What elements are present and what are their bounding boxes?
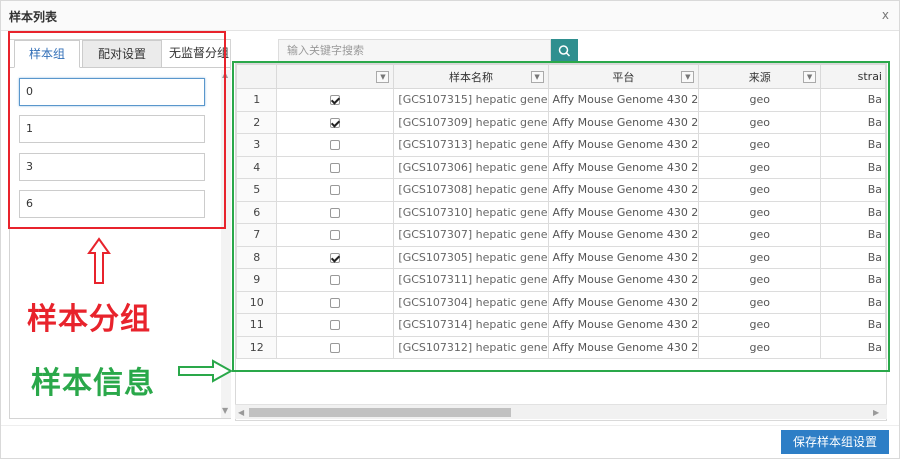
save-group-settings-button[interactable]: 保存样本组设置 (781, 430, 889, 454)
info-annotation-box (232, 61, 890, 372)
scroll-down-icon[interactable]: ▼ (222, 406, 228, 415)
search-button[interactable] (551, 39, 578, 63)
scroll-right-icon[interactable]: ▶ (873, 408, 879, 417)
search-input[interactable]: 输入关键字搜索 (278, 39, 551, 63)
scroll-left-icon[interactable]: ◀ (238, 408, 244, 417)
search-icon (558, 45, 571, 57)
right-arrow-icon (178, 359, 233, 383)
table-horizontal-scrollbar[interactable]: ◀ ▶ (235, 404, 887, 419)
scrollbar-thumb[interactable] (249, 408, 511, 417)
close-icon[interactable]: x (882, 8, 889, 22)
sample-list-dialog: 样本列表 x 样本组 配对设置 无监督分组 0 1 3 6 ▲ ▼ 样本分组 输… (0, 0, 900, 459)
title-bar: 样本列表 x (1, 1, 899, 31)
group-annotation-label: 样本分组 (27, 302, 151, 337)
info-annotation-label: 样本信息 (31, 366, 155, 401)
dialog-title: 样本列表 (9, 10, 58, 24)
group-annotation-box (8, 31, 226, 229)
up-arrow-icon (87, 237, 111, 284)
footer-divider (1, 425, 899, 426)
